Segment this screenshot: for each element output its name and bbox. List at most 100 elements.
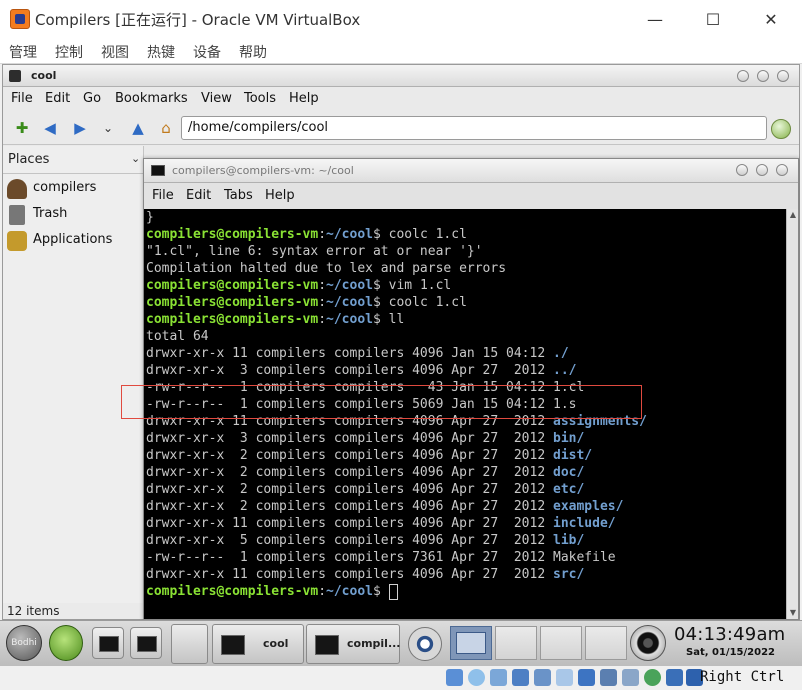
bodhi-menu-button[interactable]: Bodhi bbox=[6, 625, 42, 661]
fm-maximize-button[interactable] bbox=[757, 70, 769, 82]
virtualization-icon[interactable] bbox=[644, 669, 661, 686]
terminal-prompt-line[interactable]: compilers@compilers-vm:~/cool$ bbox=[146, 583, 398, 600]
back-arrow-icon[interactable]: ◀ bbox=[39, 118, 61, 138]
fm-menu-file[interactable]: File bbox=[11, 91, 33, 106]
terminal-line: total 64 bbox=[146, 329, 209, 344]
terminal-line: Compilation halted due to lex and parse … bbox=[146, 261, 507, 276]
ls-name: Makefile bbox=[553, 550, 616, 565]
ls-row: drwxr-xr-x 11 compilers compilers 4096 A… bbox=[146, 413, 647, 430]
host-key-label: Right Ctrl bbox=[700, 669, 785, 685]
close-button[interactable]: ✕ bbox=[748, 6, 794, 32]
term-menu-file[interactable]: File bbox=[152, 188, 174, 203]
terminal-launcher-icon[interactable] bbox=[130, 627, 162, 659]
prompt-path: ~/cool bbox=[326, 295, 373, 310]
menu-view[interactable]: 视图 bbox=[101, 42, 129, 62]
prompt-user: compilers@compilers-vm bbox=[146, 312, 319, 327]
terminal-titlebar: compilers@compilers-vm: ~/cool bbox=[144, 159, 798, 183]
eye-icon[interactable] bbox=[408, 627, 442, 661]
sidebar-item-label: compilers bbox=[33, 180, 97, 195]
up-arrow-icon[interactable]: ▲ bbox=[127, 118, 149, 138]
menu-devices[interactable]: 设备 bbox=[193, 42, 221, 62]
go-button[interactable] bbox=[771, 119, 791, 139]
fm-close-button[interactable] bbox=[777, 70, 789, 82]
history-dropdown-icon[interactable]: ⌄ bbox=[97, 118, 119, 138]
ls-meta: drwxr-xr-x 11 compilers compilers 4096 A… bbox=[146, 414, 553, 429]
sidebar-item-label: Trash bbox=[33, 206, 68, 221]
terminal-line: "1.cl", line 6: syntax error at or near … bbox=[146, 244, 483, 259]
virtualbox-app-icon bbox=[10, 9, 30, 29]
scroll-down-icon[interactable]: ▼ bbox=[787, 607, 799, 619]
taskbar-item-cool[interactable]: cool bbox=[212, 624, 304, 664]
network-icon[interactable] bbox=[512, 669, 529, 686]
term-maximize-button[interactable] bbox=[756, 164, 768, 176]
ls-row: drwxr-xr-x 2 compilers compilers 4096 Ap… bbox=[146, 498, 623, 515]
optical-drive-icon[interactable] bbox=[468, 669, 485, 686]
sidebar-item-applications[interactable]: Applications bbox=[3, 228, 144, 254]
fm-toolbar: ✚ ◀ ▶ ⌄ ▲ ⌂ /home/compilers/cool bbox=[3, 111, 799, 145]
menu-control[interactable]: 控制 bbox=[55, 42, 83, 62]
fm-minimize-button[interactable] bbox=[737, 70, 749, 82]
forward-arrow-icon[interactable]: ▶ bbox=[69, 118, 91, 138]
ls-meta: drwxr-xr-x 3 compilers compilers 4096 Ap… bbox=[146, 431, 553, 446]
fm-menu-view[interactable]: View bbox=[201, 91, 232, 106]
places-sidebar: Places ⌄ compilers Trash Applications bbox=[3, 146, 144, 603]
ls-row: drwxr-xr-x 2 compilers compilers 4096 Ap… bbox=[146, 464, 584, 481]
ls-meta: drwxr-xr-x 11 compilers compilers 4096 A… bbox=[146, 567, 553, 582]
workspace-4[interactable] bbox=[585, 626, 627, 660]
workspace-2[interactable] bbox=[495, 626, 537, 660]
fm-menu-edit[interactable]: Edit bbox=[45, 91, 70, 106]
location-bar[interactable]: /home/compilers/cool bbox=[181, 116, 767, 140]
fm-menubar: File Edit Go Bookmarks View Tools Help bbox=[3, 87, 799, 111]
terminal-scrollbar[interactable]: ▲ ▼ bbox=[786, 209, 798, 619]
cpu-icon[interactable] bbox=[622, 669, 639, 686]
term-menu-help[interactable]: Help bbox=[265, 188, 295, 203]
places-header[interactable]: Places ⌄ bbox=[3, 146, 144, 174]
usb-icon[interactable] bbox=[534, 669, 551, 686]
fm-menu-tools[interactable]: Tools bbox=[244, 91, 276, 106]
workspace-1[interactable] bbox=[450, 626, 492, 660]
command-text: coolc 1.cl bbox=[380, 227, 467, 242]
ls-row: drwxr-xr-x 5 compilers compilers 4096 Ap… bbox=[146, 532, 584, 549]
audio-icon[interactable] bbox=[490, 669, 507, 686]
fm-menu-bookmarks[interactable]: Bookmarks bbox=[115, 91, 188, 106]
ls-name: lib/ bbox=[553, 533, 585, 548]
ls-meta: drwxr-xr-x 5 compilers compilers 4096 Ap… bbox=[146, 533, 553, 548]
leaf-launcher-icon[interactable] bbox=[49, 625, 83, 661]
fm-menu-help[interactable]: Help bbox=[289, 91, 319, 106]
shared-folders-icon[interactable] bbox=[556, 669, 573, 686]
term-minimize-button[interactable] bbox=[736, 164, 748, 176]
terminal-launcher-icon[interactable] bbox=[92, 627, 124, 659]
menu-hotkeys[interactable]: 热键 bbox=[147, 42, 175, 62]
fm-menu-go[interactable]: Go bbox=[83, 91, 101, 106]
chevron-down-icon[interactable]: ⌄ bbox=[131, 152, 140, 165]
term-menu-tabs[interactable]: Tabs bbox=[224, 188, 253, 203]
mouse-integration-icon[interactable] bbox=[666, 669, 683, 686]
maximize-button[interactable]: ☐ bbox=[690, 6, 736, 32]
taskbar-item-terminal[interactable]: compil... bbox=[306, 624, 401, 664]
menu-manage[interactable]: 管理 bbox=[9, 42, 37, 62]
ls-name: doc/ bbox=[553, 465, 585, 480]
prompt-user: compilers@compilers-vm bbox=[146, 584, 319, 599]
terminal-output[interactable]: } compilers@compilers-vm:~/cool$ coolc 1… bbox=[144, 209, 786, 619]
workspace-3[interactable] bbox=[540, 626, 582, 660]
sidebar-item-compilers[interactable]: compilers bbox=[3, 176, 144, 202]
home-icon[interactable]: ⌂ bbox=[155, 118, 177, 138]
trash-icon bbox=[9, 205, 25, 225]
new-tab-icon[interactable]: ✚ bbox=[11, 118, 33, 138]
recording-icon[interactable] bbox=[600, 669, 617, 686]
ls-row: drwxr-xr-x 11 compilers compilers 4096 A… bbox=[146, 566, 584, 583]
menu-help[interactable]: 帮助 bbox=[239, 42, 267, 62]
taskbar-item-empty[interactable] bbox=[171, 624, 208, 664]
fm-titlebar: cool bbox=[3, 65, 799, 87]
ls-name: src/ bbox=[553, 567, 585, 582]
scroll-up-icon[interactable]: ▲ bbox=[787, 209, 799, 221]
ls-row: drwxr-xr-x 3 compilers compilers 4096 Ap… bbox=[146, 362, 576, 379]
display-icon[interactable] bbox=[578, 669, 595, 686]
minimize-button[interactable]: — bbox=[632, 6, 678, 32]
guest-desktop: cool File Edit Go Bookmarks View Tools H… bbox=[2, 64, 800, 620]
sidebar-item-trash[interactable]: Trash bbox=[3, 202, 144, 228]
term-close-button[interactable] bbox=[776, 164, 788, 176]
hard-disk-icon[interactable] bbox=[446, 669, 463, 686]
speaker-icon[interactable] bbox=[630, 625, 666, 661]
term-menu-edit[interactable]: Edit bbox=[186, 188, 211, 203]
